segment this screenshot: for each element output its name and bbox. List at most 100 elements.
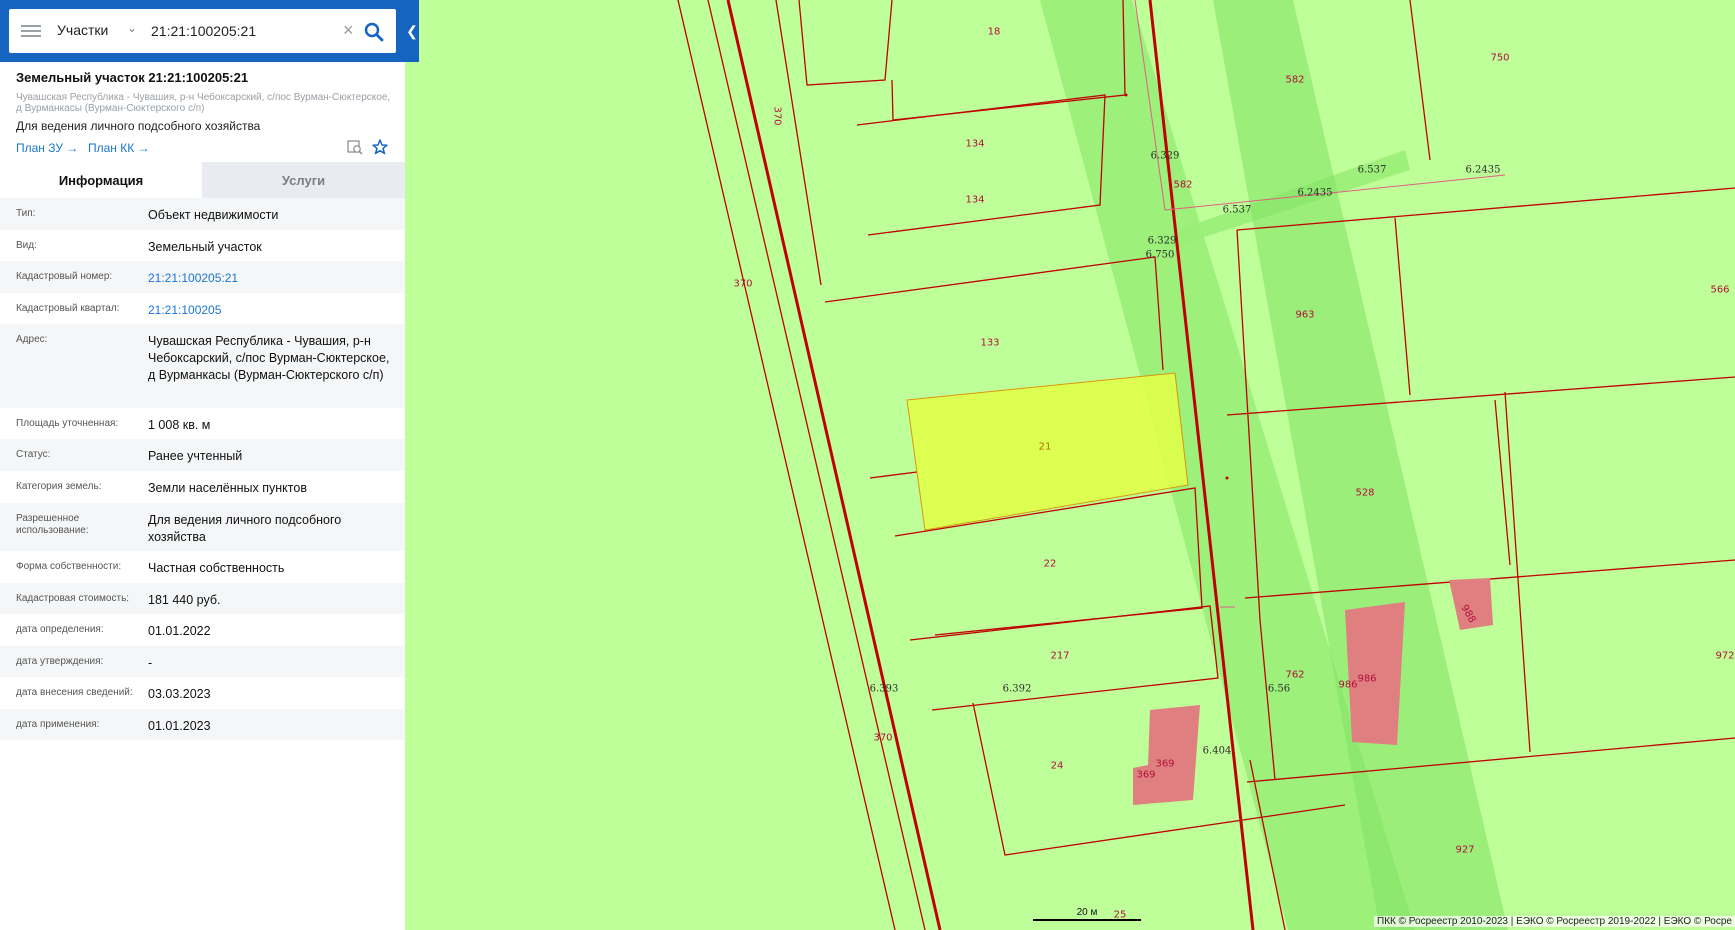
- star-icon[interactable]: [372, 139, 388, 155]
- parcel-label: 972: [1715, 650, 1735, 662]
- info-label: Площадь уточненная:: [16, 418, 119, 429]
- info-value: 181 440 руб.: [148, 593, 221, 607]
- info-value: Объект недвижимости: [148, 208, 279, 222]
- info-label: Статус:: [16, 449, 51, 460]
- parcel-label: 566: [1710, 284, 1730, 296]
- menu-icon[interactable]: [21, 22, 41, 40]
- info-label: Кадастровая стоимость:: [16, 593, 130, 604]
- search-box: Участки ⌄ ×: [9, 9, 396, 53]
- info-row: Кадастровый квартал: 21:21:100205: [0, 293, 405, 324]
- info-value: Частная собственность: [148, 561, 285, 575]
- chevron-down-icon[interactable]: ⌄: [127, 21, 137, 35]
- info-row: Площадь уточненная: 1 008 кв. м: [0, 408, 405, 439]
- search-bar: Участки ⌄ ×: [0, 0, 419, 62]
- building-label: 369: [1136, 769, 1156, 781]
- parcel-label: 762: [1285, 669, 1305, 681]
- info-row: дата применения: 01.01.2023: [0, 709, 405, 740]
- zone-label: 6.537: [1357, 164, 1387, 176]
- info-row: Вид: Земельный участок: [0, 230, 405, 261]
- info-row: дата утверждения: -: [0, 646, 405, 677]
- info-row: дата внесения сведений: 03.03.2023: [0, 677, 405, 709]
- parcel-label: 134: [965, 194, 985, 206]
- plan-zu-link[interactable]: План ЗУ →: [16, 141, 78, 155]
- parcel-label: 22: [1043, 558, 1057, 570]
- info-value: 1 008 кв. м: [148, 418, 211, 432]
- search-type-select[interactable]: Участки: [57, 22, 108, 38]
- parcel-title: Земельный участок 21:21:100205:21: [16, 70, 249, 85]
- parcel-label: 370: [873, 732, 893, 744]
- parcel-address: Чувашская Республика - Чувашия, р-н Чебо…: [16, 92, 391, 114]
- info-label: Кадастровый номер:: [16, 271, 113, 282]
- info-label: Кадастровый квартал:: [16, 303, 120, 314]
- close-icon[interactable]: ×: [343, 20, 354, 41]
- scale-label: 20 м: [1076, 907, 1098, 918]
- info-label: Разрешенное использование:: [16, 513, 89, 536]
- parcel-label: 134: [965, 138, 985, 150]
- info-table: Тип: Объект недвижимости Вид: Земельный …: [0, 198, 405, 740]
- info-label: дата утверждения:: [16, 656, 104, 667]
- info-label: дата применения:: [16, 719, 100, 730]
- tab-services[interactable]: Услуги: [202, 162, 405, 198]
- zone-label: 6.537: [1222, 204, 1252, 216]
- info-label: Форма собственности:: [16, 561, 122, 572]
- tabs: Информация Услуги: [0, 162, 405, 198]
- info-value: -: [148, 656, 153, 670]
- info-value: Для ведения личного подсобного хозяйства: [148, 513, 342, 544]
- info-label: дата определения:: [16, 624, 104, 635]
- search-input[interactable]: [151, 20, 331, 42]
- parcel-label: 370: [771, 106, 783, 126]
- info-row: дата определения: 01.01.2022: [0, 614, 405, 646]
- info-label: Тип:: [16, 208, 36, 219]
- zone-label: 6.750: [1145, 249, 1175, 261]
- info-value: Земли населённых пунктов: [148, 481, 307, 495]
- info-label: Адрес:: [16, 334, 48, 345]
- building-label: 986: [1357, 673, 1377, 685]
- info-row: Разрешенное использование: Для ведения л…: [0, 503, 405, 551]
- info-label: Категория земель:: [16, 481, 102, 492]
- info-label: Вид:: [16, 240, 37, 251]
- map-attribution: ПКК © Росреестр 2010-2023 | ЕЭКО © Росре…: [1374, 916, 1735, 927]
- building-label: 986: [1338, 679, 1358, 691]
- info-row: Тип: Объект недвижимости: [0, 198, 405, 230]
- zone-label: 6.2435: [1465, 164, 1501, 176]
- info-value: Чувашская Республика - Чувашия, р-н Чебо…: [148, 334, 390, 382]
- parcel-label: 963: [1295, 309, 1315, 321]
- cadastral-number-link[interactable]: 21:21:100205:21: [148, 270, 393, 287]
- zone-label: 6.329: [1150, 150, 1180, 162]
- parcel-label: 528: [1355, 487, 1375, 499]
- collapse-panel-button[interactable]: ❮: [405, 0, 419, 62]
- info-label: дата внесения сведений:: [16, 687, 133, 698]
- zone-label: 6.2435: [1297, 187, 1333, 199]
- parcel-label: 582: [1173, 179, 1193, 191]
- zoom-to-object-icon[interactable]: [347, 139, 363, 155]
- info-value: 03.03.2023: [148, 687, 211, 701]
- info-row: Статус: Ранее учтенный: [0, 439, 405, 471]
- parcel-label: 750: [1490, 52, 1510, 64]
- plan-kk-link[interactable]: План КК →: [88, 141, 150, 155]
- parcel-use: Для ведения личного подсобного хозяйства: [16, 119, 261, 133]
- zone-label: 6.393: [869, 683, 899, 695]
- info-row: Кадастровая стоимость: 181 440 руб.: [0, 583, 405, 614]
- parcel-label: 18: [987, 26, 1001, 38]
- info-value: Ранее учтенный: [148, 449, 243, 463]
- cadastral-quarter-link[interactable]: 21:21:100205: [148, 302, 393, 319]
- info-row: Категория земель: Земли населённых пункт…: [0, 471, 405, 503]
- info-row: Форма собственности: Частная собственнос…: [0, 551, 405, 583]
- parcel-label: 927: [1455, 844, 1475, 856]
- scale-bar: 20 м: [1033, 907, 1141, 921]
- info-value: 01.01.2022: [148, 624, 211, 638]
- parcel-label: 24: [1050, 760, 1064, 772]
- parcel-label: 370: [733, 278, 753, 290]
- info-row: Кадастровый номер: 21:21:100205:21: [0, 261, 405, 293]
- parcel-label: 582: [1285, 74, 1305, 86]
- zone-label: 6.329: [1147, 235, 1177, 247]
- search-icon[interactable]: [363, 21, 385, 43]
- zone-label: 6.56: [1267, 683, 1291, 695]
- selected-parcel-label: 21: [1038, 441, 1052, 453]
- zone-label: 6.404: [1202, 745, 1232, 757]
- info-value: Земельный участок: [148, 240, 262, 254]
- info-panel: Земельный участок 21:21:100205:21 Чувашс…: [0, 62, 405, 930]
- tab-info[interactable]: Информация: [0, 162, 202, 198]
- map-canvas[interactable]: 18 582 750 370 134 134 370 133 963 566 2…: [405, 0, 1735, 930]
- parcel-label: 133: [980, 337, 1000, 349]
